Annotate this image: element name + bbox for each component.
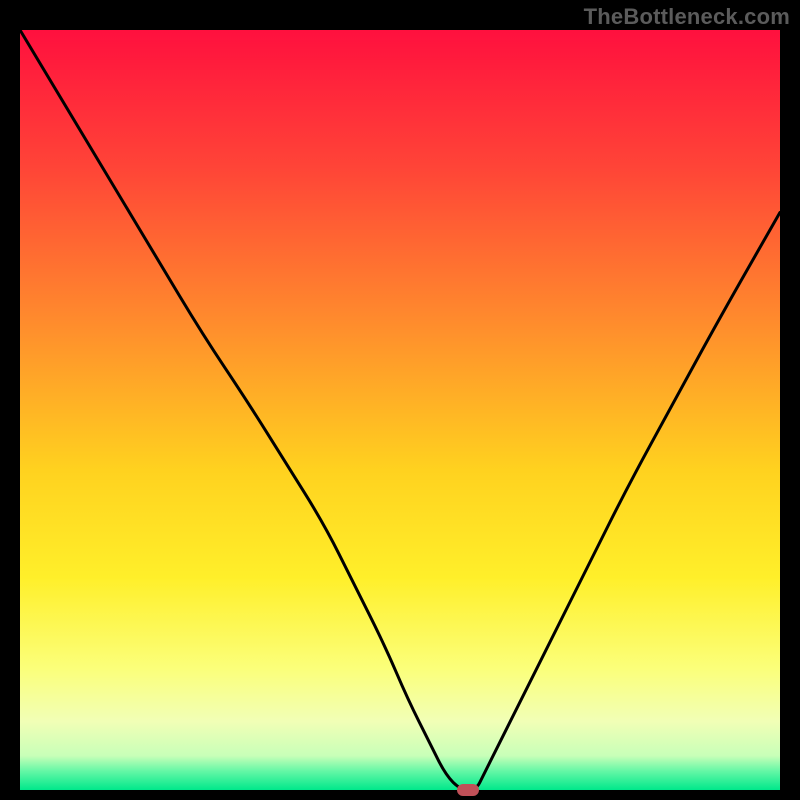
chart-background [20, 30, 780, 790]
bottleneck-chart [20, 30, 780, 790]
optimal-point-marker [457, 784, 479, 796]
chart-container [20, 30, 780, 790]
watermark-text: TheBottleneck.com [584, 4, 790, 30]
page-root: TheBottleneck.com [0, 0, 800, 800]
